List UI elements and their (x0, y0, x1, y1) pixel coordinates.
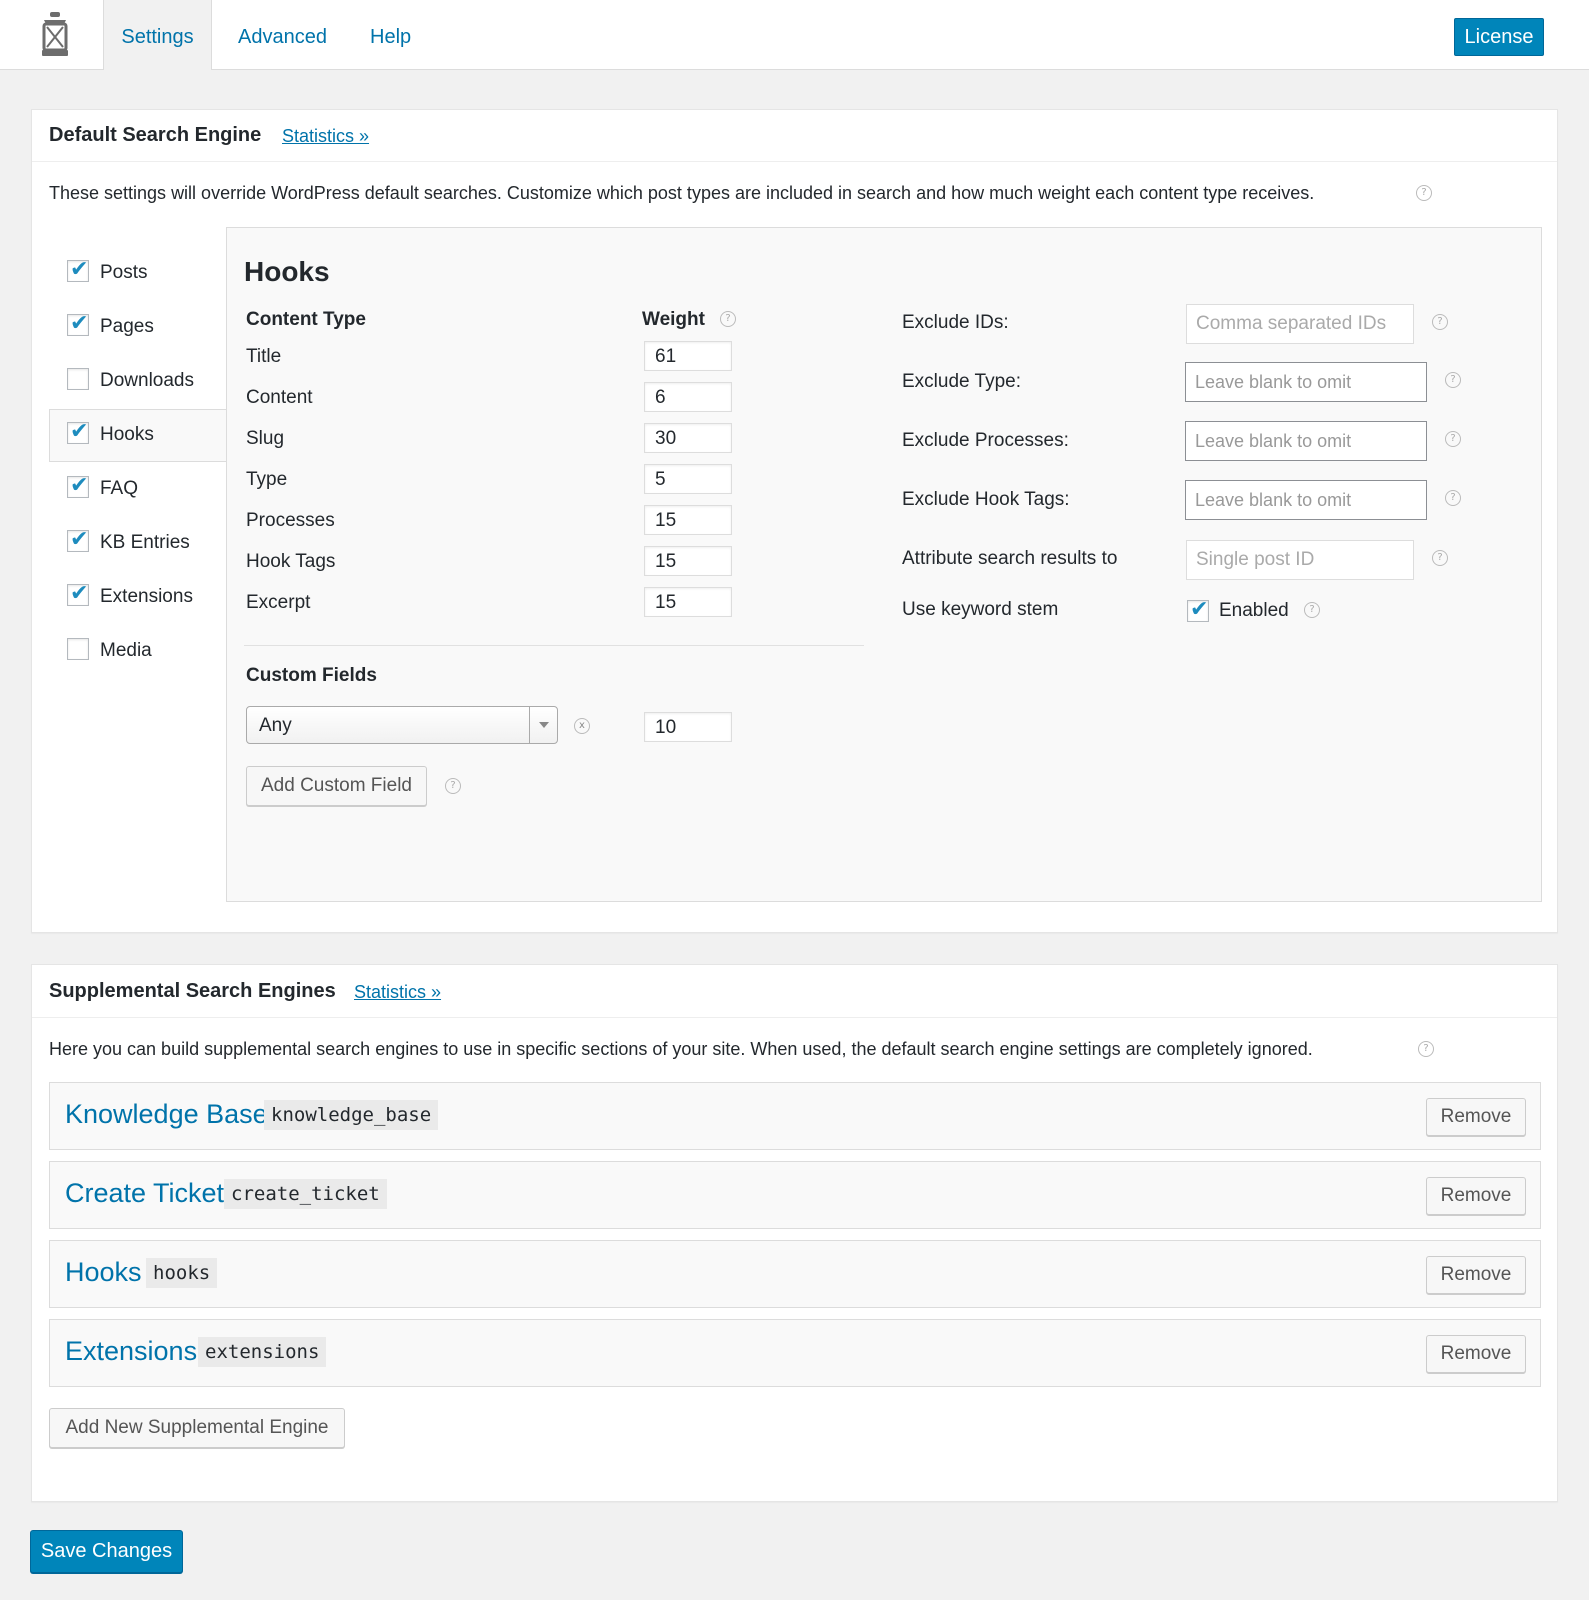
tab-settings[interactable]: Settings (103, 0, 212, 70)
exclude-type-input[interactable]: Leave blank to omit (1185, 362, 1427, 402)
checkbox-pages[interactable]: ✔ (67, 311, 89, 336)
add-supplemental-engine-button[interactable]: Add New Supplemental Engine (49, 1408, 345, 1448)
remove-custom-field-icon[interactable]: x (574, 718, 590, 734)
weight-row-label: Type (246, 469, 288, 490)
help-icon[interactable]: ? (1445, 431, 1461, 447)
engine-slug: create_ticket (224, 1179, 387, 1209)
post-type-kb-entries[interactable]: KB Entries (100, 532, 190, 554)
panel-title: Default Search Engine (49, 124, 262, 146)
option-label: Exclude Hook Tags: (902, 489, 1070, 510)
tab-help[interactable]: Help (370, 0, 411, 69)
help-icon[interactable]: ? (445, 778, 461, 794)
statistics-link[interactable]: Statistics » (354, 982, 441, 1003)
exclude-processes-input[interactable]: Leave blank to omit (1185, 421, 1427, 461)
supplemental-engine-row: Create Ticket create_ticket Remove (49, 1161, 1541, 1229)
post-type-hooks[interactable]: Hooks (100, 424, 154, 446)
supplemental-engine-row: Knowledge Base knowledge_base Remove (49, 1082, 1541, 1150)
engine-slug: hooks (146, 1258, 218, 1288)
checkbox-posts[interactable]: ✔ (67, 257, 89, 282)
divider (32, 1017, 1557, 1018)
weight-row-label: Title (246, 346, 282, 367)
post-type-faq[interactable]: FAQ (100, 478, 138, 500)
panel-title: Supplemental Search Engines (49, 980, 336, 1002)
remove-button[interactable]: Remove (1426, 1177, 1526, 1215)
post-type-media[interactable]: Media (100, 640, 152, 662)
divider (244, 645, 864, 646)
panel-description: These settings will override WordPress d… (49, 183, 1315, 203)
custom-field-select[interactable]: Any (246, 706, 558, 744)
engine-name-link[interactable]: Create Ticket (65, 1178, 224, 1209)
weight-row-label: Excerpt (246, 592, 311, 613)
help-icon[interactable]: ? (1418, 1041, 1434, 1057)
custom-fields-header: Custom Fields (246, 665, 377, 686)
remove-button[interactable]: Remove (1426, 1335, 1526, 1373)
tab-advanced[interactable]: Advanced (238, 0, 327, 69)
remove-button[interactable]: Remove (1426, 1098, 1526, 1136)
checkbox-faq[interactable]: ✔ (67, 473, 89, 498)
help-icon[interactable]: ? (1432, 550, 1448, 566)
engine-name-link[interactable]: Hooks (65, 1257, 142, 1288)
remove-button[interactable]: Remove (1426, 1256, 1526, 1294)
custom-field-select-value: Any (259, 715, 292, 736)
help-icon[interactable]: ? (1445, 372, 1461, 388)
weight-row-label: Hook Tags (246, 551, 336, 572)
checkbox-kb-entries[interactable]: ✔ (67, 527, 89, 552)
content-type-header: Content Type (246, 309, 366, 330)
weight-input[interactable]: 15 (644, 546, 732, 576)
weight-input[interactable]: 15 (644, 587, 732, 617)
help-icon[interactable]: ? (1416, 185, 1432, 201)
help-icon[interactable]: ? (720, 311, 736, 327)
supplemental-engine-row: Extensions extensions Remove (49, 1319, 1541, 1387)
post-type-downloads[interactable]: Downloads (100, 370, 194, 392)
panel-description: Here you can build supplemental search e… (49, 1039, 1313, 1059)
help-icon[interactable]: ? (1304, 602, 1320, 618)
option-label: Attribute search results to (902, 548, 1118, 569)
weight-row-label: Slug (246, 428, 285, 449)
engine-slug: knowledge_base (264, 1100, 439, 1130)
option-label: Exclude Type: (902, 371, 1022, 392)
weight-row-label: Processes (246, 510, 335, 531)
detail-title: Hooks (244, 256, 330, 287)
add-custom-field-button[interactable]: Add Custom Field (246, 766, 427, 806)
keyword-stem-checkbox[interactable]: ✔ (1187, 597, 1209, 622)
lantern-logo-icon (42, 12, 68, 56)
engine-slug: extensions (198, 1337, 327, 1367)
custom-field-weight-input[interactable]: 10 (644, 712, 732, 742)
weight-input[interactable]: 6 (644, 382, 732, 412)
post-type-pages[interactable]: Pages (100, 316, 154, 338)
engine-name-link[interactable]: Knowledge Base (65, 1099, 268, 1130)
help-icon[interactable]: ? (1432, 314, 1448, 330)
weight-header: Weight (642, 309, 705, 330)
checkbox-hooks[interactable]: ✔ (67, 419, 89, 444)
option-label: Exclude Processes: (902, 430, 1069, 451)
help-icon[interactable]: ? (1445, 490, 1461, 506)
exclude-hook-tags-input[interactable]: Leave blank to omit (1185, 480, 1427, 520)
option-label: Exclude IDs: (902, 312, 1009, 333)
post-type-extensions[interactable]: Extensions (100, 586, 193, 608)
weight-input[interactable]: 5 (644, 464, 732, 494)
license-button[interactable]: License (1454, 18, 1544, 56)
weight-row-label: Content (246, 387, 313, 408)
top-nav-bar: Settings Advanced Help License (0, 0, 1589, 70)
keyword-stem-enabled-label[interactable]: Enabled (1219, 600, 1289, 622)
exclude-ids-input[interactable]: Comma separated IDs (1186, 304, 1414, 344)
weight-input[interactable]: 61 (644, 341, 732, 371)
divider (32, 161, 1557, 162)
keyword-stem-label: Use keyword stem (902, 599, 1059, 620)
post-type-detail-panel: Hooks Content Type Weight ? Title 61 Con… (226, 227, 1542, 902)
weight-input[interactable]: 15 (644, 505, 732, 535)
checkbox-downloads[interactable] (67, 368, 89, 390)
save-changes-button[interactable]: Save Changes (30, 1530, 183, 1573)
supplemental-engine-row: Hooks hooks Remove (49, 1240, 1541, 1308)
checkbox-extensions[interactable]: ✔ (67, 581, 89, 606)
chevron-down-icon (529, 707, 557, 743)
attribute-results-input[interactable]: Single post ID (1186, 540, 1414, 580)
post-type-posts[interactable]: Posts (100, 262, 148, 284)
checkbox-media[interactable] (67, 638, 89, 660)
weight-input[interactable]: 30 (644, 423, 732, 453)
engine-name-link[interactable]: Extensions (65, 1336, 197, 1367)
statistics-link[interactable]: Statistics » (282, 126, 369, 147)
